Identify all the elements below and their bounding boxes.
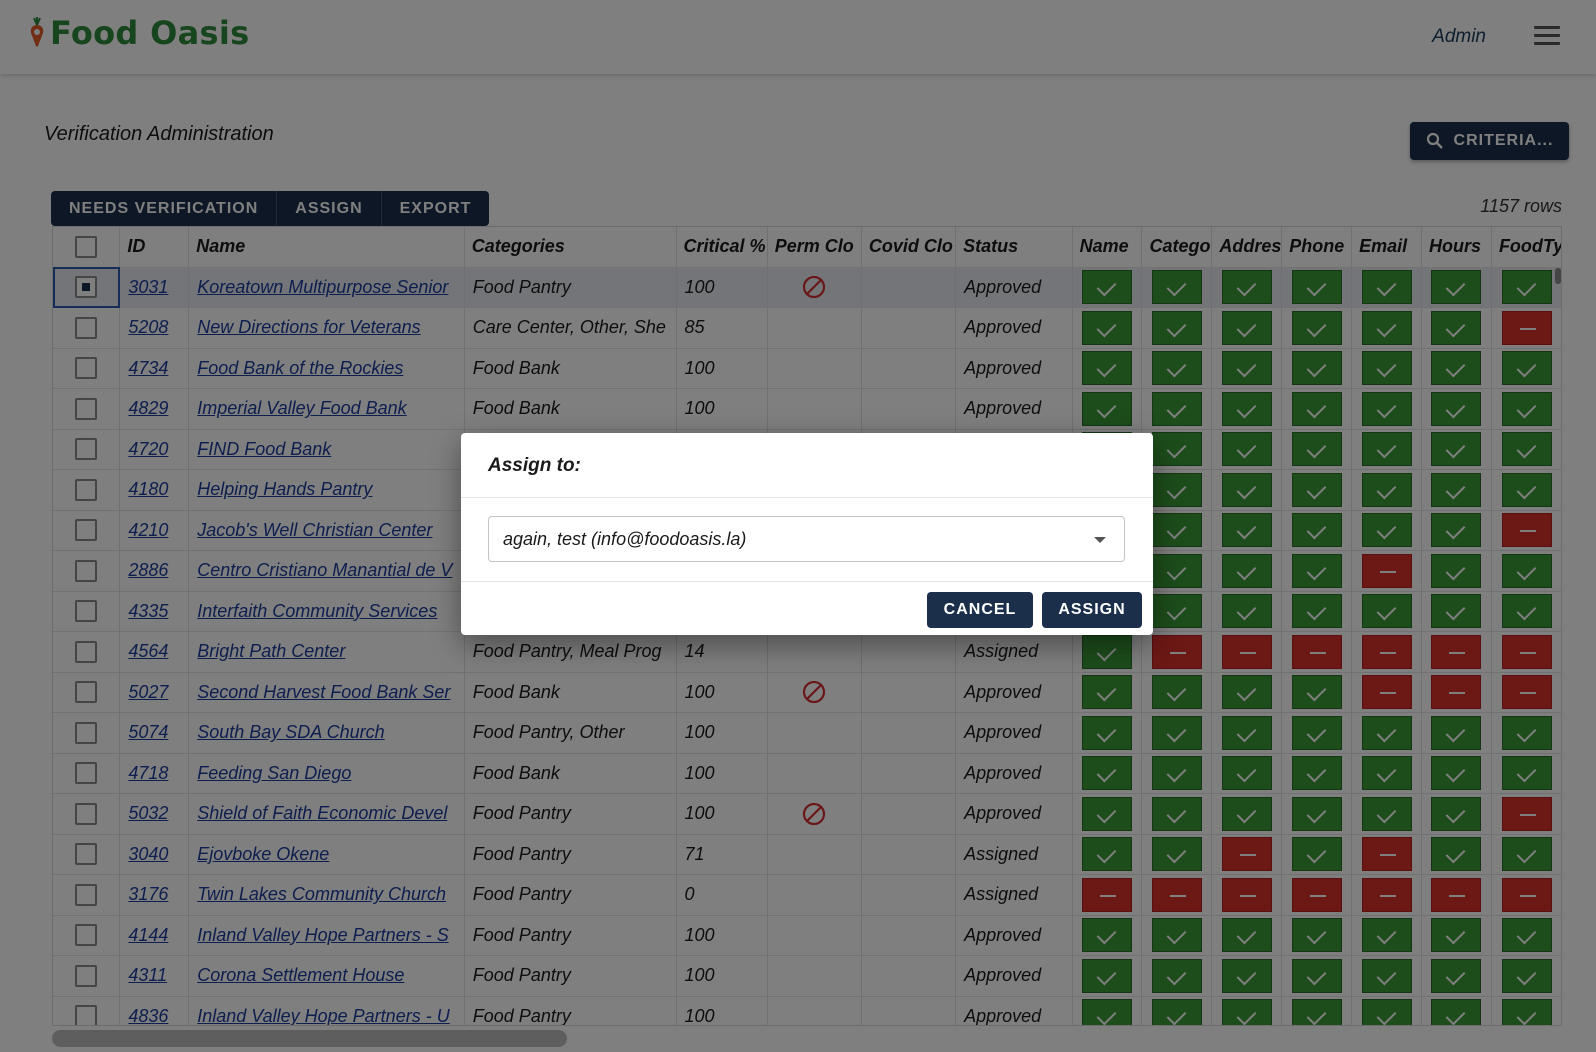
dialog-assign-button[interactable]: ASSIGN [1042, 592, 1142, 628]
assignee-select-value: again, test (info@foodoasis.la) [503, 529, 747, 549]
assignee-select[interactable]: again, test (info@foodoasis.la) [488, 516, 1125, 562]
assign-dialog: Assign to: again, test (info@foodoasis.l… [461, 433, 1153, 635]
dialog-divider [461, 497, 1153, 498]
cancel-button[interactable]: CANCEL [927, 592, 1033, 628]
dialog-title: Assign to: [488, 455, 581, 476]
dropdown-caret-icon [1094, 537, 1106, 543]
dialog-divider [461, 581, 1153, 582]
